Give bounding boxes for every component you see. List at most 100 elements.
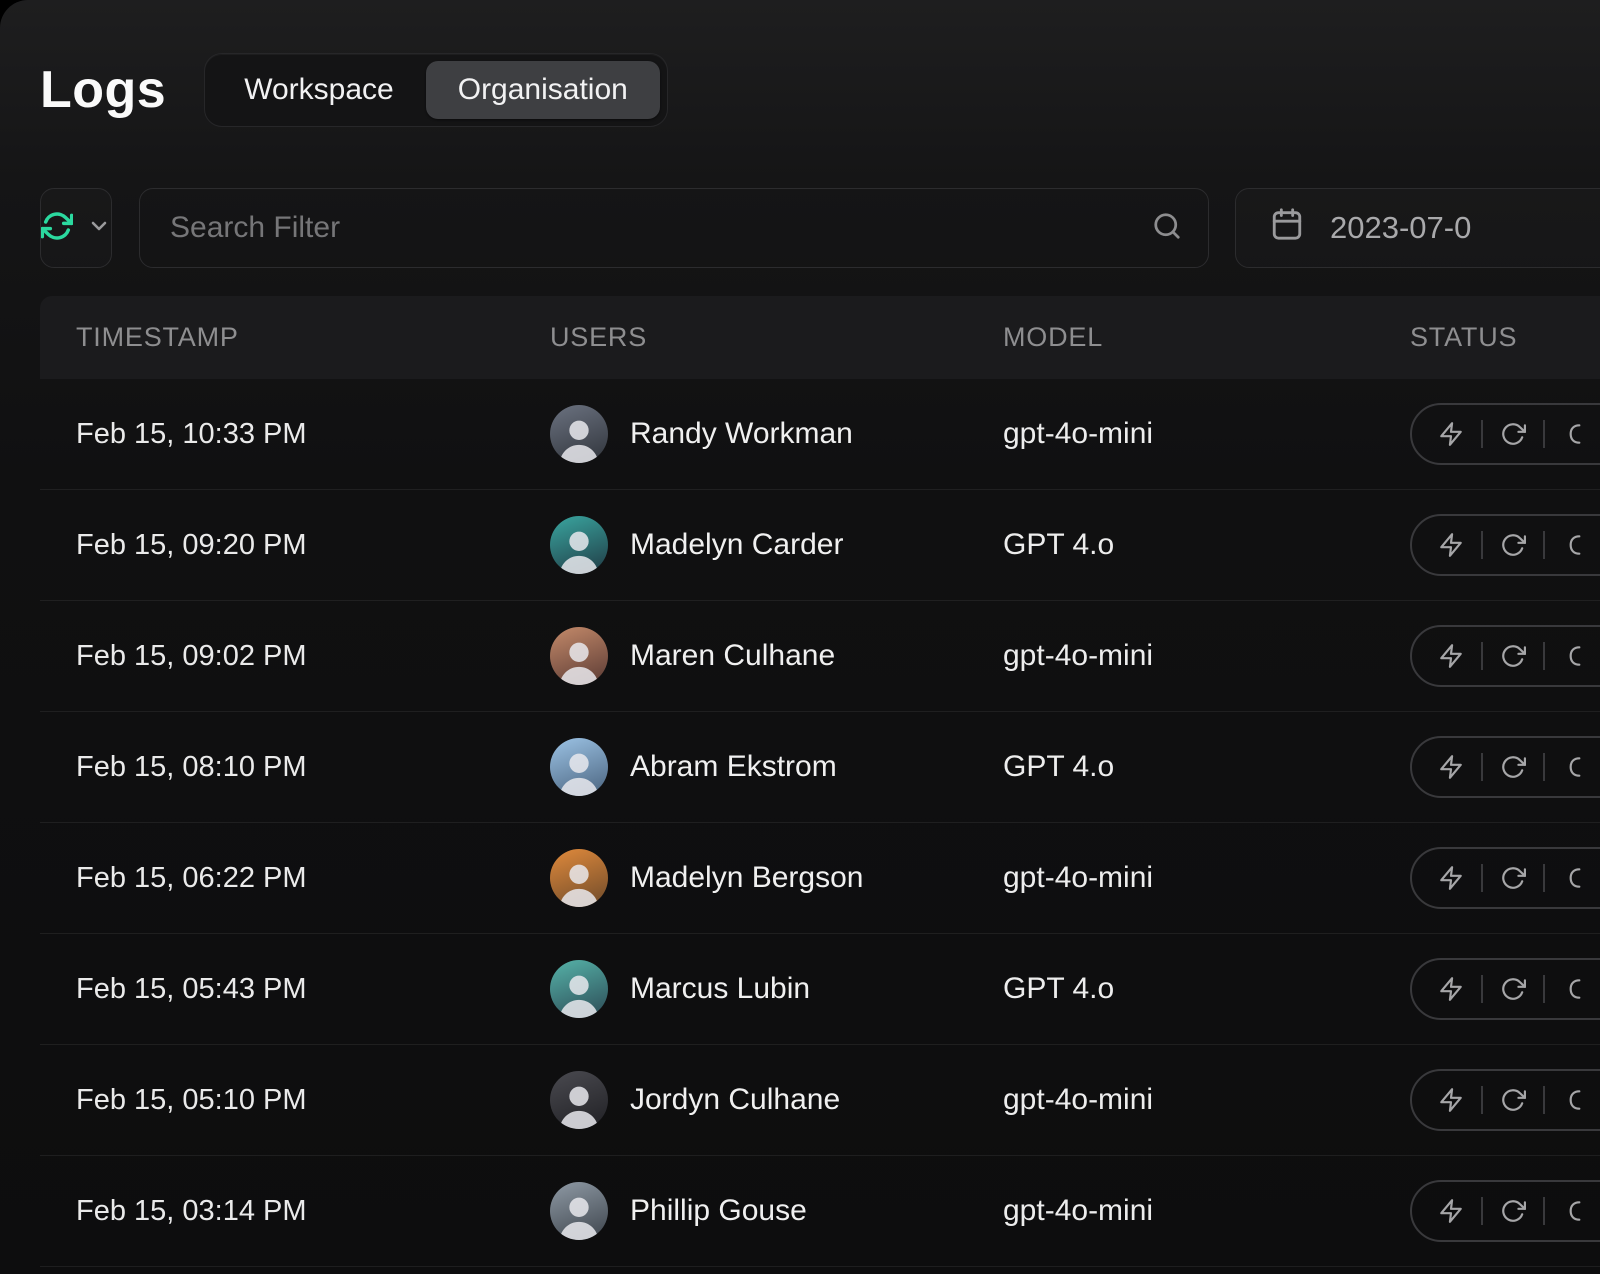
retry-icon[interactable] [1500,865,1526,891]
user-name: Madelyn Carder [630,528,844,561]
bolt-icon[interactable] [1438,421,1464,447]
status-actions [1410,625,1600,687]
divider [1543,1086,1545,1114]
divider [1543,864,1545,892]
table-row[interactable]: Feb 15, 05:43 PM Marcus Lubin GPT 4.o [40,934,1600,1045]
divider [1543,975,1545,1003]
user-avatar [550,849,608,907]
user-name: Maren Culhane [630,639,836,672]
timestamp-cell: Feb 15, 05:43 PM [76,972,307,1005]
divider [1481,753,1483,781]
search-filter [139,188,1209,268]
divider [1481,1086,1483,1114]
calendar-icon [1270,207,1304,249]
user-name: Abram Ekstrom [630,750,837,783]
logs-table: TIMESTAMP USERS MODEL STATUS Feb 15, 10:… [40,296,1600,1267]
divider [1481,420,1483,448]
table-row[interactable]: Feb 15, 09:20 PM Madelyn Carder GPT 4.o [40,490,1600,601]
more-status-icon[interactable] [1562,754,1588,780]
table-row[interactable]: Feb 15, 09:02 PM Maren Culhane gpt-4o-mi… [40,601,1600,712]
user-avatar [550,738,608,796]
model-cell: gpt-4o-mini [1003,639,1154,672]
table-row[interactable]: Feb 15, 05:10 PM Jordyn Culhane gpt-4o-m… [40,1045,1600,1156]
more-status-icon[interactable] [1562,976,1588,1002]
user-avatar [550,627,608,685]
logs-page: Logs Workspace Organisation 2023-07- [0,0,1600,1274]
retry-icon[interactable] [1500,532,1526,558]
more-status-icon[interactable] [1562,1198,1588,1224]
divider [1543,753,1545,781]
search-icon [1152,211,1182,246]
timestamp-cell: Feb 15, 03:14 PM [76,1194,307,1227]
more-status-icon[interactable] [1562,421,1588,447]
bolt-icon[interactable] [1438,1198,1464,1224]
divider [1543,531,1545,559]
model-cell: GPT 4.o [1003,750,1115,783]
status-actions [1410,1069,1600,1131]
more-status-icon[interactable] [1562,865,1588,891]
refresh-icon [40,210,74,247]
tab-organisation[interactable]: Organisation [425,61,660,119]
timestamp-cell: Feb 15, 09:02 PM [76,639,307,672]
retry-icon[interactable] [1500,1198,1526,1224]
model-cell: gpt-4o-mini [1003,417,1154,450]
model-cell: gpt-4o-mini [1003,861,1154,894]
table-row[interactable]: Feb 15, 08:10 PM Abram Ekstrom GPT 4.o [40,712,1600,823]
user-name: Jordyn Culhane [630,1083,841,1116]
retry-icon[interactable] [1500,1087,1526,1113]
tab-workspace[interactable]: Workspace [212,61,426,119]
more-status-icon[interactable] [1562,532,1588,558]
retry-icon[interactable] [1500,421,1526,447]
date-value: 2023-07-0 [1330,210,1472,245]
col-users: USERS [550,322,648,352]
timestamp-cell: Feb 15, 06:22 PM [76,861,307,894]
bolt-icon[interactable] [1438,976,1464,1002]
bolt-icon[interactable] [1438,643,1464,669]
user-avatar [550,405,608,463]
toolbar: 2023-07-0 [40,188,1600,268]
model-cell: GPT 4.o [1003,528,1115,561]
table-row[interactable]: Feb 15, 03:14 PM Phillip Gouse gpt-4o-mi… [40,1156,1600,1267]
timestamp-cell: Feb 15, 09:20 PM [76,528,307,561]
status-actions [1410,1180,1600,1242]
search-input[interactable] [140,189,1208,267]
retry-icon[interactable] [1500,643,1526,669]
user-avatar [550,1071,608,1129]
status-actions [1410,958,1600,1020]
page-header: Logs Workspace Organisation [40,52,1600,128]
divider [1543,1197,1545,1225]
user-avatar [550,516,608,574]
table-header: TIMESTAMP USERS MODEL STATUS [40,296,1600,379]
bolt-icon[interactable] [1438,1087,1464,1113]
retry-icon[interactable] [1500,976,1526,1002]
col-status: STATUS [1410,322,1518,352]
divider [1481,864,1483,892]
table-row[interactable]: Feb 15, 10:33 PM Randy Workman gpt-4o-mi… [40,379,1600,490]
user-name: Phillip Gouse [630,1194,807,1227]
more-status-icon[interactable] [1562,643,1588,669]
bolt-icon[interactable] [1438,532,1464,558]
user-name: Randy Workman [630,417,853,450]
refresh-button[interactable] [40,188,112,268]
divider [1543,420,1545,448]
bolt-icon[interactable] [1438,865,1464,891]
bolt-icon[interactable] [1438,754,1464,780]
timestamp-cell: Feb 15, 08:10 PM [76,750,307,783]
scope-tabs: Workspace Organisation [204,53,668,127]
date-picker-button[interactable]: 2023-07-0 [1235,188,1600,268]
user-avatar [550,960,608,1018]
user-name: Madelyn Bergson [630,861,864,894]
retry-icon[interactable] [1500,754,1526,780]
divider [1481,1197,1483,1225]
divider [1543,642,1545,670]
table-row[interactable]: Feb 15, 06:22 PM Madelyn Bergson gpt-4o-… [40,823,1600,934]
model-cell: gpt-4o-mini [1003,1083,1154,1116]
status-actions [1410,847,1600,909]
user-avatar [550,1182,608,1240]
more-status-icon[interactable] [1562,1087,1588,1113]
page-title: Logs [40,61,167,119]
timestamp-cell: Feb 15, 10:33 PM [76,417,307,450]
status-actions [1410,736,1600,798]
status-actions [1410,403,1600,465]
divider [1481,531,1483,559]
